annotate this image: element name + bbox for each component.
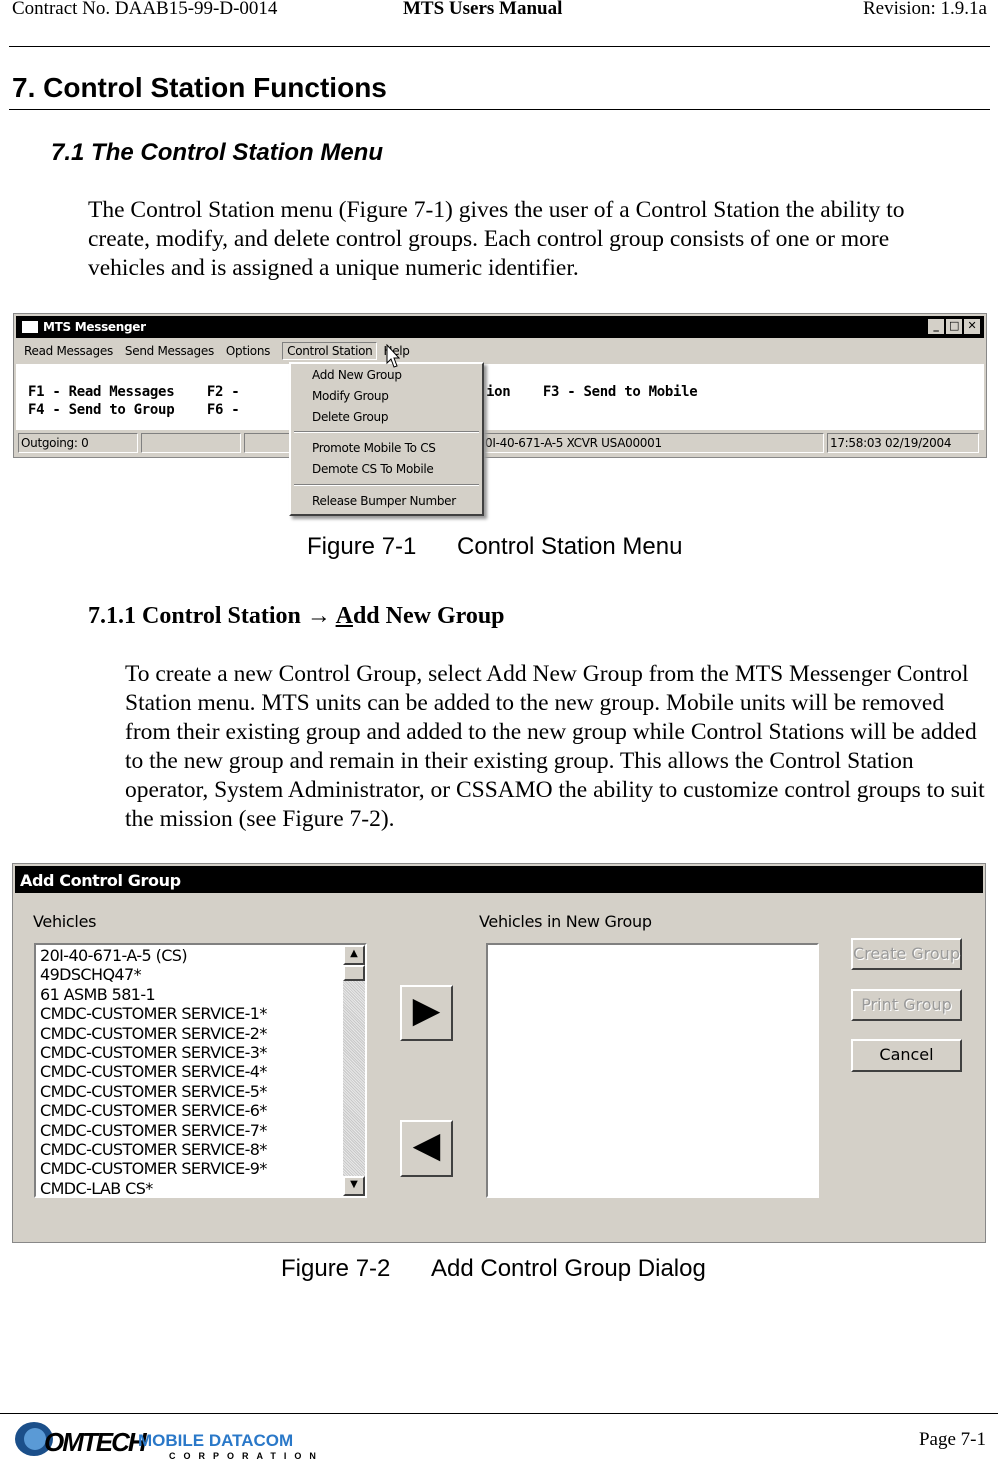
subsection-heading: 7.1 The Control Station Menu: [51, 139, 384, 166]
svg-text:OMTECH: OMTECH: [44, 1427, 148, 1457]
arrow-right-icon: ▶: [412, 990, 441, 1031]
remove-vehicle-arrow-button[interactable]: ◀: [400, 1120, 453, 1177]
svg-text:CORPORATION: CORPORATION: [169, 1451, 324, 1460]
vehicle-list-item[interactable]: CMDC-CUSTOMER SERVICE-4*: [40, 1062, 361, 1081]
figure-1-number: Figure 7-1: [307, 533, 417, 560]
vehicle-list-item[interactable]: CMDC-CUSTOMER SERVICE-2*: [40, 1024, 361, 1043]
vehicle-list-item[interactable]: CMDC-CUSTOMER SERVICE-8*: [40, 1140, 361, 1159]
vehicle-list-item[interactable]: CMDC-CUSTOMER SERVICE-5*: [40, 1082, 361, 1101]
vehicle-list-item[interactable]: CMDC-CUSTOMER SERVICE-3*: [40, 1043, 361, 1062]
menu-item-add-new-group[interactable]: Add New Group: [312, 368, 402, 382]
status-pane: [141, 433, 241, 453]
create-group-button[interactable]: Create Group: [851, 938, 962, 970]
print-group-button[interactable]: Print Group: [851, 989, 962, 1021]
intro-paragraph: The Control Station menu (Figure 7-1) gi…: [88, 197, 905, 281]
vehicle-list-item[interactable]: CMDC-CUSTOMER SERVICE-9*: [40, 1159, 361, 1178]
figure-1-caption: Control Station Menu: [457, 533, 683, 560]
add-control-group-dialog: Add Control Group Vehicles Vehicles in N…: [12, 863, 986, 1243]
revision: Revision: 1.9.1a: [862, 0, 987, 19]
manual-title: MTS Users Manual: [403, 0, 563, 19]
figure-2-number: Figure 7-2: [281, 1255, 391, 1282]
vehicle-list-item[interactable]: CMDC-CUSTOMER SERVICE-1*: [40, 1004, 361, 1023]
add-group-paragraph: To create a new Control Group, select Ad…: [125, 661, 985, 832]
menu-options[interactable]: Options: [226, 344, 271, 358]
mts-messenger-window: MTS Messenger _ □ ✕ Read Messages Send Me…: [13, 313, 987, 458]
vehicle-list-item[interactable]: CMDC-LAB CS*: [40, 1179, 361, 1196]
menu-item-release-bumper[interactable]: Release Bumper Number: [312, 494, 456, 508]
add-vehicle-arrow-button[interactable]: ▶: [400, 985, 453, 1041]
vehicle-list-item[interactable]: 49DSCHQ47*: [40, 965, 361, 984]
scroll-up-icon[interactable]: ▲: [343, 945, 365, 965]
vehicles-label: Vehicles: [33, 912, 97, 931]
menu-read-messages[interactable]: Read Messages: [24, 344, 113, 358]
vehicle-list-item[interactable]: 20I-40-671-A-5 (CS): [40, 946, 361, 965]
vehicle-list-item[interactable]: CMDC-CUSTOMER SERVICE-7*: [40, 1121, 361, 1140]
menu-item-delete-group[interactable]: Delete Group: [312, 410, 388, 424]
scroll-thumb[interactable]: [343, 965, 365, 981]
footer-rule: [0, 1413, 998, 1414]
minimize-icon[interactable]: _: [928, 319, 944, 334]
menu-item-modify-group[interactable]: Modify Group: [312, 389, 389, 403]
new-group-listbox[interactable]: [486, 943, 819, 1198]
page-number: Page 7-1: [918, 1429, 986, 1450]
control-station-dropdown: Add New Group Modify Group Delete Group …: [289, 362, 484, 516]
shortcut-line-2: F4 - Send to Group F6 -: [28, 402, 248, 418]
heading-rule: [9, 109, 990, 110]
menu-send-messages[interactable]: Send Messages: [125, 344, 214, 358]
new-group-label: Vehicles in New Group: [479, 912, 652, 931]
vehicle-list-item[interactable]: CMDC-CUSTOMER SERVICE-6*: [40, 1101, 361, 1120]
menu-item-promote[interactable]: Promote Mobile To CS: [312, 441, 436, 455]
contract-number: Contract No. DAAB15-99-D-0014: [12, 0, 278, 19]
close-icon[interactable]: ✕: [964, 319, 980, 334]
shortcut-line-1b: ion F3 - Send to Mobile: [486, 384, 698, 400]
status-outgoing: Outgoing: 0: [18, 433, 138, 453]
comtech-logo-graphic: OMTECH MOBILE DATACOM CORPORATION: [15, 1422, 324, 1461]
shortcut-line-1: F1 - Read Messages F2 -: [28, 384, 248, 400]
subsubsection-heading: 7.1.1 Control Station → Add New Group: [88, 603, 505, 629]
menu-control-station[interactable]: Control Station: [282, 342, 378, 360]
menu-bar: Read Messages Send Messages Options Control…: [24, 342, 410, 360]
title-bar: MTS Messenger _ □ ✕: [16, 316, 984, 338]
maximize-icon[interactable]: □: [946, 319, 962, 334]
cancel-button[interactable]: Cancel: [851, 1039, 962, 1072]
figure-2-caption: Add Control Group Dialog: [431, 1255, 706, 1282]
section-heading: 7. Control Station Functions: [12, 72, 387, 103]
menu-separator: [294, 484, 479, 486]
arrow-left-icon: ◀: [412, 1125, 441, 1166]
shortcut-panel: F1 - Read Messages F2 - ion F3 - Send to…: [16, 364, 984, 430]
header-rule: [9, 46, 990, 47]
vehicles-scrollbar[interactable]: ▲ ▼: [343, 945, 365, 1196]
status-time: 17:58:03 02/19/2004: [827, 433, 979, 453]
vehicles-listbox[interactable]: 20I-40-671-A-5 (CS) 49DSCHQ47* 61 ASMB 581…: [34, 943, 367, 1198]
menu-separator: [294, 431, 479, 433]
svg-text:MOBILE DATACOM: MOBILE DATACOM: [138, 1431, 293, 1450]
app-icon: [22, 321, 38, 333]
menu-item-demote[interactable]: Demote CS To Mobile: [312, 462, 434, 476]
dialog-title: Add Control Group: [15, 866, 983, 893]
comtech-logo: OMTECH MOBILE DATACOM CORPORATION: [14, 1420, 324, 1461]
scroll-down-icon[interactable]: ▼: [343, 1176, 365, 1196]
window-title: MTS Messenger: [43, 320, 146, 334]
mouse-cursor-icon: [386, 344, 401, 368]
vehicle-list-item[interactable]: 61 ASMB 581-1: [40, 985, 361, 1004]
